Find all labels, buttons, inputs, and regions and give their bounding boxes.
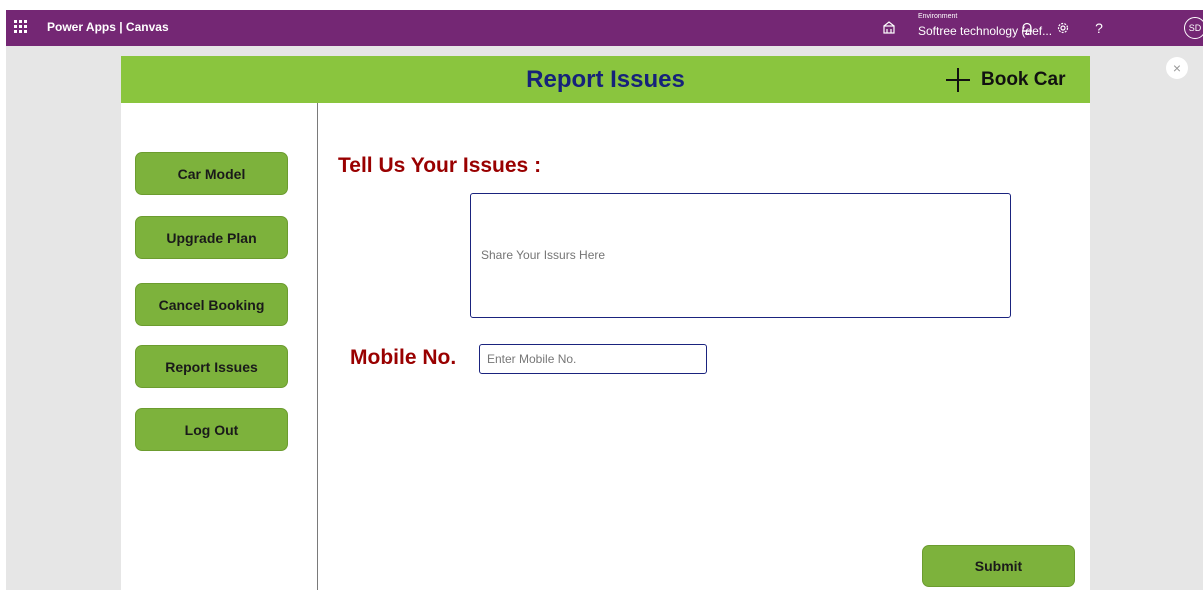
environment-label: Environment bbox=[918, 13, 958, 20]
upgrade-plan-button[interactable]: Upgrade Plan bbox=[135, 216, 288, 259]
issues-heading: Tell Us Your Issues : bbox=[338, 154, 542, 177]
window-top-strip bbox=[0, 0, 1203, 10]
book-car-label: Book Car bbox=[981, 69, 1066, 90]
mobile-number-input[interactable] bbox=[479, 344, 707, 374]
plus-icon bbox=[946, 68, 970, 92]
submit-button[interactable]: Submit bbox=[922, 545, 1075, 587]
report-issues-button[interactable]: Report Issues bbox=[135, 345, 288, 388]
car-model-button[interactable]: Car Model bbox=[135, 152, 288, 195]
book-car-button[interactable]: Book Car bbox=[945, 64, 1065, 96]
power-apps-header: Power Apps | Canvas Environment Softree … bbox=[6, 10, 1203, 46]
avatar[interactable]: SD bbox=[1184, 17, 1203, 39]
app-screen: Report Issues Book Car Car Model Upgrade… bbox=[121, 56, 1090, 590]
cancel-booking-button[interactable]: Cancel Booking bbox=[135, 283, 288, 326]
app-launcher-icon[interactable] bbox=[14, 20, 28, 34]
app-header-bar: Report Issues Book Car bbox=[121, 56, 1090, 103]
notification-bell-icon[interactable] bbox=[1018, 19, 1036, 37]
app-title: Power Apps | Canvas bbox=[47, 20, 169, 34]
close-icon[interactable]: × bbox=[1166, 57, 1188, 79]
sidebar: Car Model Upgrade Plan Cancel Booking Re… bbox=[121, 103, 318, 590]
help-icon[interactable]: ? bbox=[1090, 19, 1108, 37]
mobile-label: Mobile No. bbox=[350, 346, 457, 369]
environment-icon[interactable] bbox=[882, 21, 896, 35]
settings-gear-icon[interactable] bbox=[1054, 19, 1072, 37]
issues-textarea[interactable] bbox=[470, 193, 1011, 318]
log-out-button[interactable]: Log Out bbox=[135, 408, 288, 451]
